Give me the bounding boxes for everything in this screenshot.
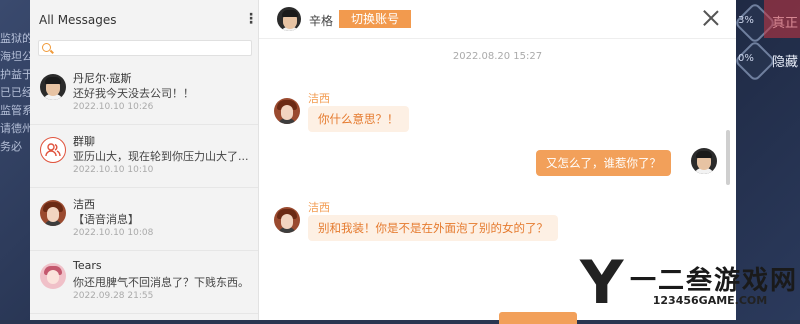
avatar xyxy=(40,263,66,289)
conversation-time: 2022.10.10 10:10 xyxy=(73,165,154,175)
sidebar-title: All Messages xyxy=(39,13,117,27)
avatar xyxy=(274,98,300,124)
message-sender: 洁西 xyxy=(308,201,330,214)
conversation-sidebar: All Messages ⋮ 丹尼尔·寇斯 还好我今天没去公司！！ 2022.1… xyxy=(30,0,259,320)
switch-account-button[interactable]: 切换账号 xyxy=(339,10,411,28)
search-icon xyxy=(42,43,51,52)
conversation-name: 洁西 xyxy=(73,198,95,211)
avatar xyxy=(40,200,66,226)
search-input[interactable] xyxy=(53,41,243,53)
conversation-time: 2022.09.28 21:55 xyxy=(73,291,154,301)
watermark-logo: Y 一二叁游戏网 123456GAME.COM xyxy=(580,248,799,318)
group-icon xyxy=(40,137,66,163)
avatar xyxy=(40,74,66,100)
conversation-name: 群聊 xyxy=(73,135,95,148)
conversation-preview: 亚历山大，现在轮到你压力山大了... xyxy=(73,150,249,163)
conversation-item[interactable]: 洁西 【语音消息】 2022.10.10 10:08 xyxy=(30,188,258,251)
avatar xyxy=(691,148,717,174)
avatar xyxy=(277,7,301,31)
red-tab xyxy=(764,0,800,38)
message-bubble: 别和我装！你是不是在外面泡了别的女的了？ xyxy=(308,215,558,241)
background-text: 监狱的 海坦公 护益于 已已经 监管系 请德州 务必 xyxy=(0,32,30,153)
message-bubble: 你什么意思？！ xyxy=(308,106,409,132)
conversation-name: Tears xyxy=(73,259,102,272)
conversation-item[interactable]: 丹尼尔·寇斯 还好我今天没去公司！！ 2022.10.10 10:26 xyxy=(30,62,258,125)
conversation-time: 2022.10.10 10:26 xyxy=(73,102,154,112)
conversation-name: 丹尼尔·寇斯 xyxy=(73,72,132,85)
message-sender: 洁西 xyxy=(308,92,330,105)
avatar xyxy=(274,207,300,233)
scrollbar[interactable] xyxy=(726,130,730,185)
conversation-preview: 【语音消息】 xyxy=(73,213,139,226)
reply-button[interactable] xyxy=(499,312,577,324)
conversation-preview: 你还甩脾气不回消息了？下贱东西。 xyxy=(73,276,249,289)
message-bubble: 又怎么了，谁惹你了？ xyxy=(536,150,671,176)
chat-header: 辛格 切换账号 xyxy=(259,0,736,39)
search-box[interactable] xyxy=(38,40,252,56)
conversation-time: 2022.10.10 10:08 xyxy=(73,228,154,238)
conversation-item[interactable]: 群聊 亚历山大，现在轮到你压力山大了... 2022.10.10 10:10 xyxy=(30,125,258,188)
conversation-item[interactable]: Tears 你还甩脾气不回消息了？下贱东西。 2022.09.28 21:55 xyxy=(30,251,258,314)
more-vertical-icon[interactable]: ⋮ xyxy=(244,11,258,27)
close-icon[interactable] xyxy=(701,8,721,28)
message-date: 2022.08.20 15:27 xyxy=(452,51,543,62)
header-username: 辛格 xyxy=(309,14,334,28)
conversation-preview: 还好我今天没去公司！！ xyxy=(73,87,194,100)
